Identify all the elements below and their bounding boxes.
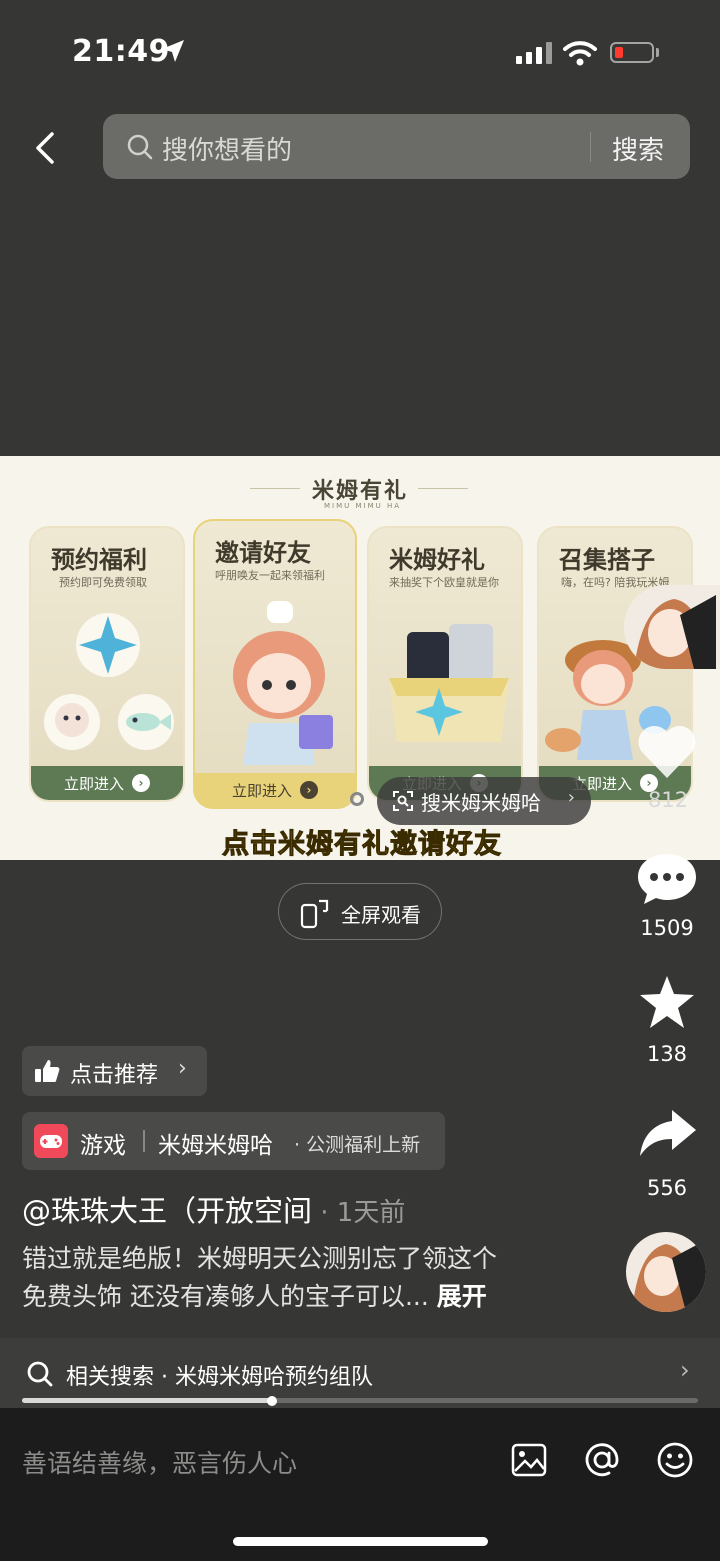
- search-button[interactable]: 搜索: [612, 130, 664, 167]
- wifi-icon: [563, 41, 597, 66]
- tag-name: 米姆米姆哈: [158, 1133, 273, 1159]
- location-arrow-icon: [162, 40, 184, 62]
- battery-icon: [610, 42, 654, 63]
- share-count: 556: [646, 1176, 688, 1200]
- chevron-right-icon: ›: [680, 1356, 690, 1384]
- banner-line-left: [250, 488, 300, 489]
- crystal-star-icon: [76, 613, 140, 677]
- video-progress-fill: [22, 1398, 272, 1403]
- creator-avatar-floating[interactable]: [624, 585, 720, 669]
- tag-category: 游戏: [80, 1133, 126, 1159]
- banner-title: 米姆有礼: [312, 479, 409, 504]
- recommend-label: 点击推荐: [70, 1063, 159, 1088]
- card-enter-button: 立即进入›: [195, 773, 355, 807]
- battery-tip: [656, 48, 659, 57]
- related-search-text: 相关搜索 · 米姆米姆哈预约组队: [66, 1365, 373, 1390]
- description-line-1: 错过就是绝版！米姆明天公测别忘了领这个: [22, 1244, 498, 1273]
- card-enter-button: 立即进入›: [31, 766, 183, 800]
- game-tag[interactable]: 游戏 米姆米姆哈 · 公测福利上新: [22, 1112, 445, 1170]
- promo-card-invite: 邀请好友 呼朋唤友一起来领福利 立即进入 ›: [193, 519, 357, 809]
- star-icon[interactable]: [638, 974, 696, 1030]
- chevron-right-icon: ›: [178, 1056, 187, 1081]
- card-title: 米姆好礼: [389, 546, 485, 574]
- image-icon[interactable]: [511, 1443, 547, 1477]
- promo-card-gifts: 米姆好礼 来抽奖下个欧皇就是你 立即进入›: [367, 526, 523, 802]
- share-icon[interactable]: [638, 1108, 698, 1158]
- fullscreen-label: 全屏观看: [341, 903, 421, 927]
- card-title: 召集搭子: [559, 546, 655, 574]
- home-indicator[interactable]: [233, 1537, 488, 1546]
- video-progress-knob[interactable]: [267, 1396, 277, 1406]
- plush-character-icon: [44, 694, 100, 750]
- status-time: 21:49: [72, 34, 170, 69]
- cellular-signal-icon: [516, 42, 552, 64]
- tag-separator: [143, 1130, 145, 1152]
- fish-character-icon: [118, 694, 174, 750]
- game-controller-icon: [34, 1124, 68, 1158]
- search-placeholder: 搜你想看的: [162, 136, 293, 166]
- chevron-right-icon: ›: [567, 787, 575, 808]
- description-line-2: 免费头饰 还没有凑够人的宝子可以...: [22, 1282, 429, 1311]
- creator-avatar[interactable]: [626, 1232, 706, 1312]
- gift-box-icon: [389, 624, 509, 742]
- scan-search-icon: [393, 791, 413, 811]
- author-line[interactable]: @珠珠大王（开放空间 · 1天前: [22, 1188, 405, 1230]
- comment-input[interactable]: 善语结善缘，恶言伤人心: [22, 1444, 297, 1480]
- fullscreen-rotate-icon: [300, 899, 329, 929]
- heart-icon[interactable]: [636, 724, 698, 780]
- mention-icon[interactable]: [583, 1441, 621, 1479]
- banner-line-right: [418, 488, 468, 489]
- video-player[interactable]: 米姆有礼 MIMU MIMU HA 预约福利 预约即可免费领取 立即进入 › 邀请…: [0, 456, 720, 860]
- banner-subtitle: MIMU MIMU HA: [324, 502, 402, 510]
- search-icon: [27, 1361, 53, 1387]
- tag-extra: · 公测福利上新: [294, 1134, 421, 1156]
- author-name[interactable]: @珠珠大王（开放空间: [22, 1194, 312, 1228]
- search-divider: [590, 132, 591, 162]
- like-count: 812: [648, 788, 689, 812]
- card-subtitle: 呼朋唤友一起来领福利: [215, 569, 325, 582]
- comment-count: 1509: [640, 916, 694, 940]
- promo-card-reserve: 预约福利 预约即可免费领取 立即进入 ›: [29, 526, 185, 802]
- card-subtitle: 预约即可免费领取: [59, 576, 147, 589]
- girl-character-icon: [233, 601, 333, 765]
- card-subtitle: 来抽奖下个欧皇就是你: [389, 576, 499, 589]
- loading-ring-icon: [350, 792, 364, 806]
- post-time: · 1天前: [312, 1198, 406, 1228]
- emoji-icon[interactable]: [656, 1441, 694, 1479]
- video-caption: 点击米姆有礼邀请好友: [222, 829, 502, 861]
- video-description: 错过就是绝版！米姆明天公测别忘了领这个 免费头饰 还没有凑够人的宝子可以... …: [22, 1240, 562, 1316]
- recommend-button[interactable]: 点击推荐 ›: [22, 1046, 207, 1096]
- favorite-count: 138: [646, 1042, 688, 1066]
- video-search-pill[interactable]: 搜米姆米姆哈 ›: [377, 777, 591, 825]
- card-title: 邀请好友: [215, 539, 311, 567]
- card-title: 预约福利: [51, 546, 147, 574]
- comment-icon[interactable]: [636, 850, 698, 906]
- expand-link[interactable]: 展开: [437, 1282, 487, 1311]
- thumbs-up-icon: [35, 1060, 60, 1082]
- search-icon: [127, 134, 153, 160]
- fullscreen-button[interactable]: 全屏观看: [278, 883, 442, 940]
- back-arrow-icon[interactable]: [30, 130, 70, 170]
- video-search-pill-label: 搜米姆米姆哈: [421, 791, 541, 815]
